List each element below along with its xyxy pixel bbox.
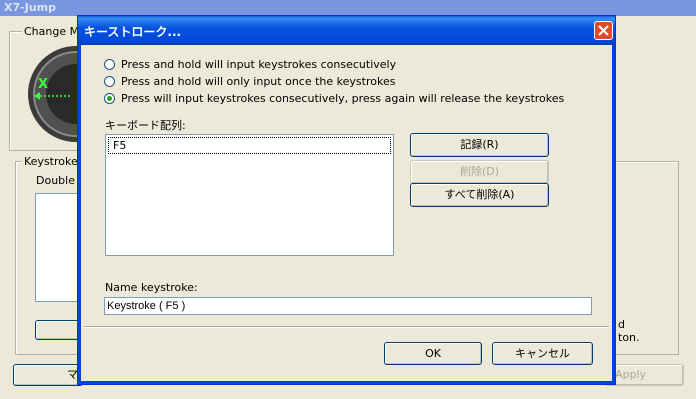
radio-label: Press and hold will only input once the … — [121, 74, 396, 88]
radio-button-selected[interactable] — [104, 92, 115, 104]
radio-button[interactable] — [104, 75, 115, 87]
keystroke-dialog: キーストローク... Press and hold will input key… — [77, 15, 616, 385]
name-keystroke-label: Name keystroke: — [105, 281, 198, 294]
dialog-border-left — [78, 45, 81, 384]
side-text-line1: d — [618, 318, 625, 331]
ok-button-label: OK — [425, 347, 441, 360]
radio-option-hold-once[interactable]: Press and hold will only input once the … — [104, 74, 564, 88]
dialog-title: キーストローク... — [84, 25, 182, 39]
cancel-button[interactable]: キャンセル — [492, 342, 593, 365]
apply-button-label: Apply — [615, 368, 647, 381]
list-item[interactable]: F5 — [108, 137, 391, 154]
list-item-label: F5 — [113, 139, 127, 152]
ok-button[interactable]: OK — [384, 342, 482, 365]
apply-button[interactable]: Apply — [604, 364, 684, 386]
radio-label: Press and hold will input keystrokes con… — [121, 57, 397, 71]
dialog-titlebar: キーストローク... — [78, 16, 615, 45]
name-keystroke-input[interactable] — [104, 297, 592, 315]
dialog-border-right — [612, 45, 615, 384]
keyboard-list-label: キーボード配列: — [105, 119, 186, 132]
close-button[interactable] — [594, 21, 613, 40]
cancel-button-label: キャンセル — [515, 347, 570, 360]
main-titlebar: X7-Jump — [0, 0, 696, 16]
side-text-line2: ton. — [618, 331, 640, 344]
delete-button-label: 削除(D) — [459, 165, 500, 178]
record-button[interactable]: 記録(R) — [410, 133, 549, 157]
dialog-separator — [84, 326, 609, 328]
radio-button[interactable] — [104, 58, 115, 70]
keyboard-list[interactable]: F5 — [105, 134, 394, 256]
delete-button[interactable]: 削除(D) — [410, 160, 549, 184]
delete-all-button[interactable]: すべて削除(A) — [410, 183, 549, 207]
radio-option-press-toggle[interactable]: Press will input keystrokes consecutivel… — [104, 91, 564, 105]
delete-all-button-label: すべて削除(A) — [444, 188, 515, 201]
radio-group: Press and hold will input keystrokes con… — [104, 57, 564, 105]
dialog-border-bottom — [78, 381, 615, 384]
main-window-title: X7-Jump — [4, 1, 56, 14]
svg-text:X: X — [38, 77, 48, 92]
keystrokes-group-label: Keystrokes — [22, 155, 86, 168]
main-bottom-left-button[interactable]: マ — [13, 364, 83, 386]
radio-option-hold-consecutive[interactable]: Press and hold will input keystrokes con… — [104, 57, 564, 71]
close-icon — [598, 25, 609, 36]
record-button-label: 記録(R) — [460, 138, 499, 151]
radio-label: Press will input keystrokes consecutivel… — [121, 91, 565, 105]
